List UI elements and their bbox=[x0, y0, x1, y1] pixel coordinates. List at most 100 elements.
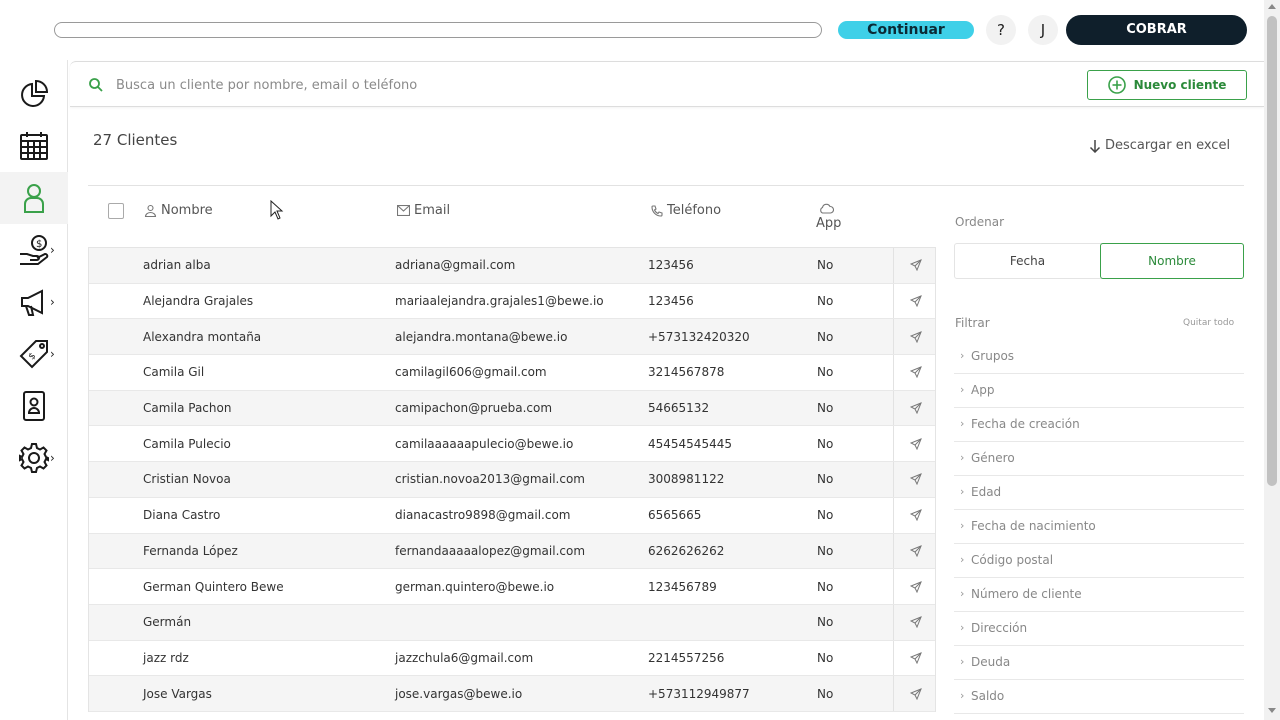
scroll-up-arrow[interactable] bbox=[1268, 4, 1276, 9]
paper-plane-icon bbox=[909, 687, 922, 700]
id-badge-icon bbox=[23, 391, 45, 421]
client-phone: 3214567878 bbox=[648, 365, 725, 380]
table-row[interactable]: Cristian Novoa cristian.novoa2013@gmail.c… bbox=[89, 462, 935, 498]
chevron-right-icon: › bbox=[960, 587, 965, 600]
help-button[interactable]: ? bbox=[986, 15, 1016, 45]
send-message-button[interactable] bbox=[893, 462, 937, 497]
scroll-down-arrow[interactable] bbox=[1268, 708, 1276, 713]
price-tag-icon: $ bbox=[19, 340, 48, 369]
table-row[interactable]: Alejandra Grajales mariaalejandra.grajale… bbox=[89, 283, 937, 320]
download-excel-link[interactable]: Descargar en excel bbox=[1089, 138, 1230, 153]
client-name: Fernanda López bbox=[143, 543, 238, 558]
table-row[interactable]: Fernanda López fernandaaaaalopez@gmail.co… bbox=[89, 533, 937, 570]
paper-plane-icon bbox=[909, 652, 922, 664]
client-app-status: No bbox=[817, 650, 834, 665]
table-row[interactable]: Jose Vargas jose.vargas@bewe.io +573112949… bbox=[89, 676, 935, 712]
client-app-status: No bbox=[817, 543, 834, 558]
paper-plane-icon bbox=[909, 259, 922, 272]
table-row[interactable]: Camila Pulecio camilaaaaaapulecio@bewe.io… bbox=[89, 426, 937, 463]
table-row[interactable]: Diana Castro dianacastro9898@gmail.com 656… bbox=[89, 497, 937, 534]
send-message-button[interactable] bbox=[893, 319, 937, 355]
client-count-title: 27 Clientes bbox=[93, 131, 178, 149]
filter-label: Filtrar bbox=[955, 316, 990, 330]
client-app-status: No bbox=[817, 401, 834, 416]
table-row[interactable]: Camila Pachon camipachon@prueba.com 546651… bbox=[89, 390, 937, 427]
paper-plane-icon bbox=[909, 402, 922, 415]
send-message-button[interactable] bbox=[893, 283, 937, 319]
filter-item[interactable]: › Número de cliente bbox=[954, 578, 1244, 612]
table-row[interactable]: German Quintero Bewe german.quintero@bewe… bbox=[89, 569, 935, 605]
chevron-right-icon: › bbox=[960, 417, 965, 430]
user-avatar-button[interactable]: J bbox=[1028, 15, 1058, 45]
column-header-phone[interactable]: Teléfono bbox=[651, 203, 721, 218]
client-app-status: No bbox=[817, 365, 834, 380]
filter-item[interactable]: › Deuda bbox=[954, 646, 1244, 680]
client-email: alejandra.montana@bewe.io bbox=[395, 329, 568, 344]
send-message-button[interactable] bbox=[893, 390, 937, 426]
filter-item-label: Dirección bbox=[971, 621, 1028, 635]
sidebar-item-payments[interactable]: $ › bbox=[0, 224, 68, 276]
client-phone: 6565665 bbox=[648, 508, 702, 523]
filter-item[interactable]: › Código postal bbox=[954, 544, 1244, 578]
table-row[interactable]: Alexandra montaña alejandra.montana@bewe.… bbox=[89, 319, 937, 356]
client-phone: 123456 bbox=[648, 258, 694, 273]
filter-item[interactable]: › Fecha de creación bbox=[954, 408, 1244, 442]
client-phone: 6262626262 bbox=[648, 543, 725, 558]
download-excel-label: Descargar en excel bbox=[1105, 138, 1231, 153]
filter-item-label: Fecha de creación bbox=[971, 417, 1080, 431]
sidebar-item-staff[interactable] bbox=[0, 380, 68, 432]
send-message-button[interactable] bbox=[893, 355, 937, 390]
page-scrollbar[interactable] bbox=[1264, 0, 1280, 720]
table-row[interactable]: Germán No bbox=[89, 604, 937, 641]
client-email: jazzchula6@gmail.com bbox=[395, 650, 534, 665]
client-name: Germán bbox=[143, 615, 192, 630]
send-message-button[interactable] bbox=[893, 248, 937, 283]
filter-item[interactable]: › Grupos bbox=[954, 340, 1244, 374]
search-input[interactable] bbox=[116, 74, 1016, 96]
filter-item-label: App bbox=[971, 383, 995, 397]
cobrar-button[interactable]: COBRAR bbox=[1066, 15, 1247, 45]
sidebar-item-clients[interactable] bbox=[0, 172, 68, 224]
filter-item[interactable]: › Género bbox=[954, 442, 1244, 476]
order-label: Ordenar bbox=[955, 215, 1005, 229]
send-message-button[interactable] bbox=[893, 640, 937, 676]
filter-item[interactable]: › Dirección bbox=[954, 612, 1244, 646]
sidebar-item-settings[interactable]: › bbox=[0, 432, 68, 484]
client-name: Camila Pachon bbox=[143, 401, 232, 416]
column-header-email[interactable]: Email bbox=[397, 203, 450, 218]
filter-item[interactable]: › App bbox=[954, 374, 1244, 408]
send-message-button[interactable] bbox=[893, 569, 937, 604]
send-message-button[interactable] bbox=[893, 604, 937, 640]
send-message-button[interactable] bbox=[893, 497, 937, 533]
clear-all-filters-link[interactable]: Quitar todo bbox=[1183, 318, 1234, 328]
sort-by-date-button[interactable]: Fecha bbox=[955, 244, 1100, 278]
filter-item[interactable]: › Edad bbox=[954, 476, 1244, 510]
filter-item[interactable]: › Saldo bbox=[954, 680, 1244, 714]
svg-text:$: $ bbox=[36, 239, 42, 250]
new-client-label: Nuevo cliente bbox=[1133, 78, 1227, 92]
client-app-status: No bbox=[817, 508, 834, 523]
sidebar-item-calendar[interactable] bbox=[0, 120, 68, 172]
envelope-icon bbox=[397, 205, 410, 216]
table-row[interactable]: Camila Gil camilagil606@gmail.com 32145678… bbox=[89, 355, 935, 391]
scrollbar-thumb[interactable] bbox=[1267, 16, 1277, 486]
table-row[interactable]: jazz rdz jazzchula6@gmail.com 2214557256 No bbox=[89, 640, 937, 677]
new-client-button[interactable]: Nuevo cliente bbox=[1087, 70, 1247, 100]
send-message-button[interactable] bbox=[893, 426, 937, 462]
send-message-button[interactable] bbox=[893, 533, 937, 569]
send-message-button[interactable] bbox=[893, 676, 937, 711]
column-header-app[interactable]: App bbox=[816, 203, 841, 231]
filter-item[interactable]: › Fecha de nacimiento bbox=[954, 510, 1244, 544]
continuar-button[interactable]: Continuar bbox=[838, 21, 974, 39]
client-app-status: No bbox=[817, 686, 834, 701]
select-all-checkbox[interactable] bbox=[108, 203, 124, 219]
sidebar-item-promotions[interactable]: $ › bbox=[0, 328, 68, 380]
sort-by-name-button[interactable]: Nombre bbox=[1100, 243, 1244, 279]
sidebar-item-marketing[interactable]: › bbox=[0, 276, 68, 328]
table-row[interactable]: adrian alba adriana@gmail.com 123456 No bbox=[89, 248, 935, 284]
user-outline-icon bbox=[144, 204, 157, 217]
gear-icon bbox=[19, 443, 49, 473]
column-header-name[interactable]: Nombre bbox=[144, 203, 213, 218]
sidebar-item-dashboard[interactable] bbox=[0, 68, 68, 120]
client-email: dianacastro9898@gmail.com bbox=[395, 508, 571, 523]
